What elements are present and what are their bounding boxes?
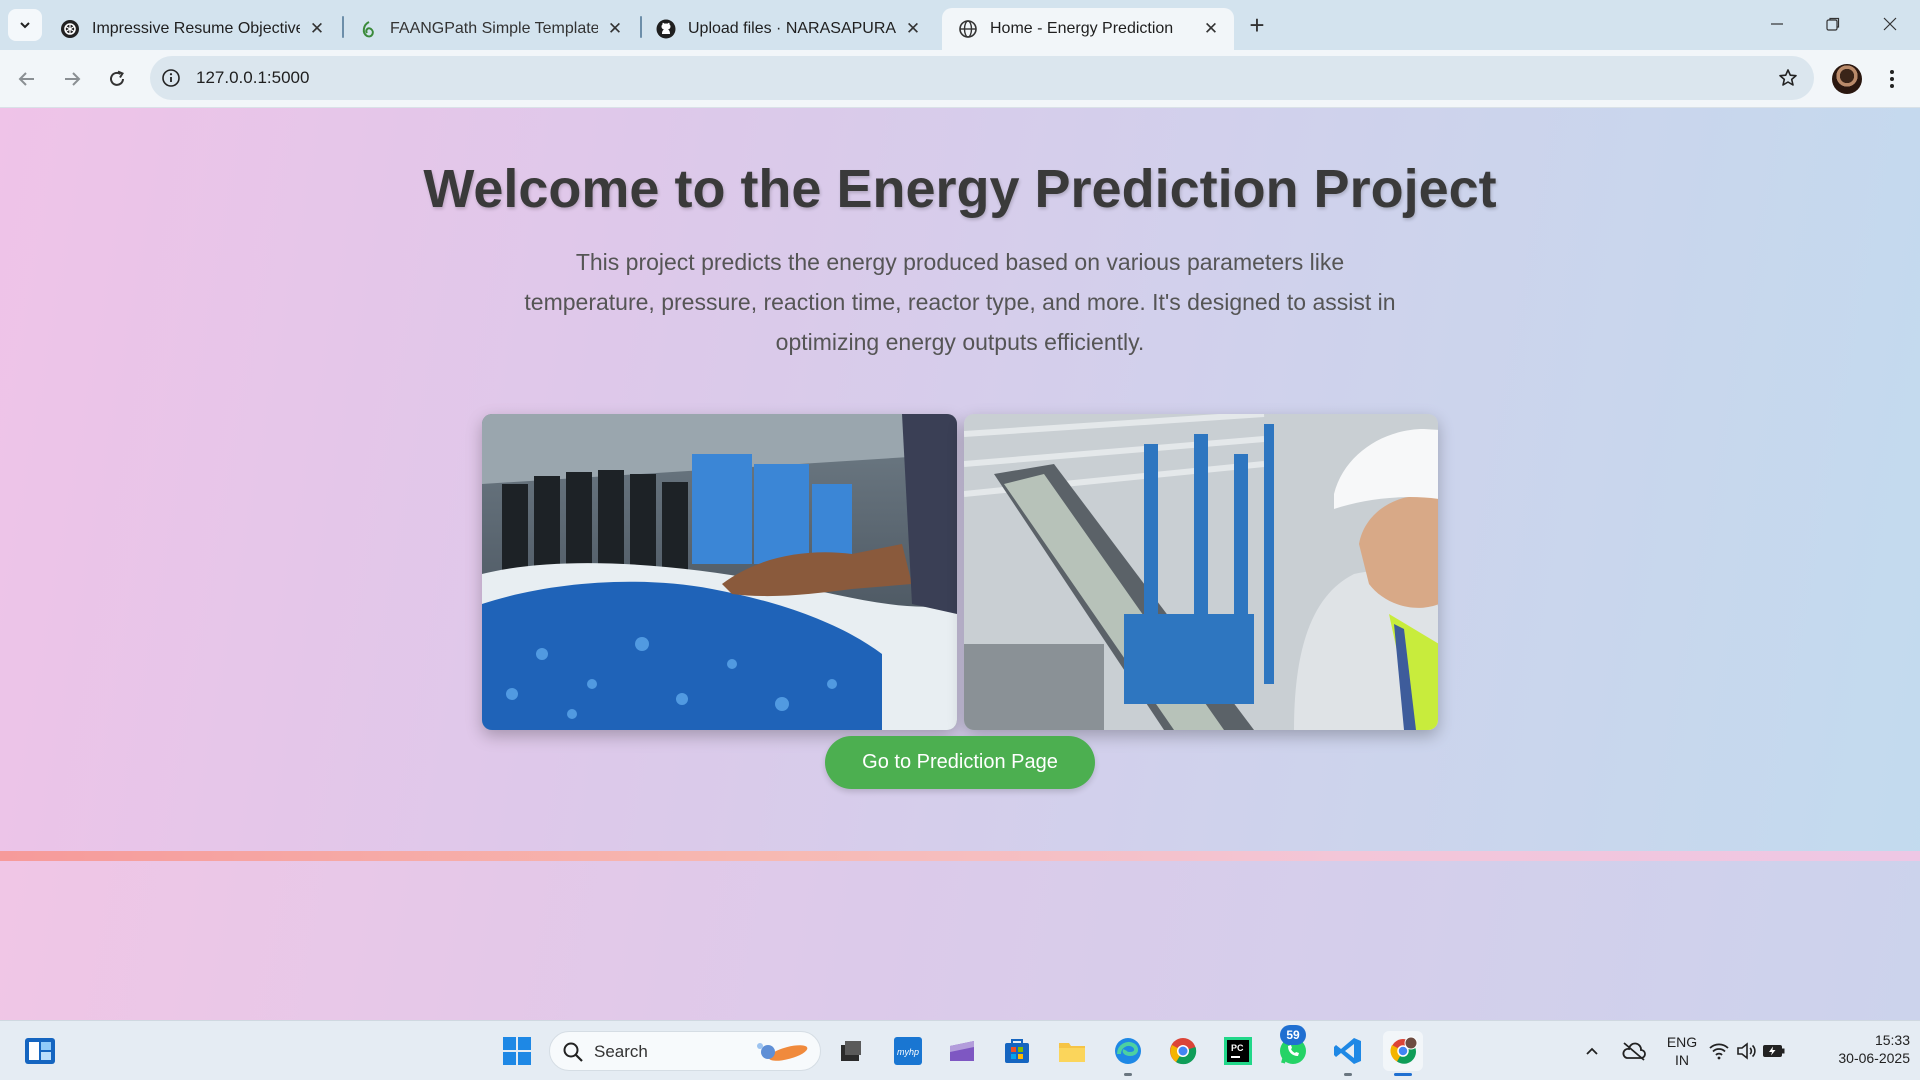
close-icon[interactable]: ✕ (604, 18, 626, 40)
clock-time: 15:33 (1874, 1032, 1910, 1048)
task-view-icon (841, 1041, 861, 1061)
show-hidden-icons-button[interactable] (1572, 1031, 1612, 1071)
folder-icon (1059, 1043, 1085, 1062)
volume-icon (1737, 1042, 1756, 1060)
close-icon[interactable]: ✕ (1200, 18, 1222, 40)
myhp-app[interactable]: myhp (888, 1031, 928, 1071)
globe-icon (958, 19, 978, 39)
image-gallery (482, 414, 1438, 730)
tab-title: Impressive Resume Objectives (92, 20, 300, 37)
page-title: Welcome to the Energy Prediction Project (423, 159, 1497, 219)
running-indicator (1344, 1073, 1352, 1076)
reload-icon (110, 70, 124, 86)
tab-strip: Impressive Resume Objectives ✕ FAANGPath… (0, 0, 1920, 50)
site-info-icon[interactable] (160, 67, 182, 89)
browser-menu-button[interactable] (1878, 64, 1906, 94)
reload-button[interactable] (100, 62, 134, 96)
clock-date: 30-06-2025 (1838, 1050, 1910, 1066)
tab-title: FAANGPath Simple Template (2 (390, 20, 598, 37)
chevron-up-icon (1586, 1047, 1598, 1055)
arrow-left-icon (18, 72, 34, 86)
clipchamp-icon (950, 1041, 974, 1061)
footer-divider (0, 851, 1920, 861)
myhp-icon: myhp (894, 1037, 922, 1065)
task-view-button[interactable] (831, 1031, 871, 1071)
openai-icon (60, 19, 80, 39)
battery-charging-icon (1763, 1045, 1785, 1057)
tab-resume-objectives[interactable]: Impressive Resume Objectives ✕ (44, 8, 340, 50)
search-icon (563, 1042, 583, 1062)
minimize-button[interactable] (1749, 6, 1805, 42)
notification-badge: 59 (1280, 1025, 1306, 1045)
profile-avatar[interactable] (1832, 64, 1862, 94)
overleaf-icon (358, 19, 378, 39)
minimize-icon (1771, 23, 1783, 25)
url-text[interactable]: 127.0.0.1:5000 (196, 68, 309, 88)
github-icon (656, 19, 676, 39)
back-button[interactable] (10, 62, 44, 96)
widgets-button[interactable] (20, 1031, 60, 1071)
running-indicator (1124, 1073, 1132, 1076)
wifi-icon (1709, 1043, 1729, 1060)
close-icon (1883, 17, 1897, 31)
microsoft-store-app[interactable] (997, 1031, 1037, 1071)
vscode-icon (1334, 1038, 1361, 1064)
project-description: This project predicts the energy produce… (524, 249, 1396, 355)
chrome-profile-icon (1390, 1036, 1418, 1064)
more-vertical-icon (1890, 70, 1894, 88)
windows-logo-icon (503, 1037, 531, 1065)
active-indicator (1394, 1073, 1412, 1076)
svg-text:myhp: myhp (897, 1047, 919, 1057)
tab-title: Upload files · NARASAPURAPU (688, 20, 896, 37)
restore-icon (1826, 17, 1840, 31)
chrome-profile-app[interactable] (1383, 1031, 1423, 1071)
clock[interactable]: 15:33 30-06-2025 (1810, 1031, 1910, 1067)
taskbar-search[interactable]: Search (549, 1031, 821, 1071)
page-viewport: Welcome to the Energy Prediction Project… (0, 108, 1920, 1020)
arrow-right-icon (65, 72, 81, 86)
region-code: IN (1675, 1052, 1689, 1068)
language-indicator[interactable]: ENG IN (1660, 1033, 1704, 1069)
file-explorer-app[interactable] (1052, 1031, 1092, 1071)
recycling-plant-worker-photo (963, 414, 1438, 730)
restore-button[interactable] (1805, 6, 1861, 42)
svg-text:PC: PC (1231, 1043, 1244, 1053)
windows-taskbar: Search myhp PC 59 ENG IN 15:33 30-06-202… (0, 1020, 1920, 1080)
tab-title: Home - Energy Prediction (990, 20, 1174, 37)
quick-settings-button[interactable] (1707, 1031, 1787, 1071)
close-icon[interactable]: ✕ (306, 18, 328, 40)
store-icon (1005, 1039, 1029, 1063)
chrome-icon (1170, 1038, 1197, 1065)
close-window-button[interactable] (1862, 6, 1918, 42)
cloud-offline-icon (1622, 1042, 1646, 1061)
tab-search-button[interactable] (8, 9, 42, 41)
onedrive-status[interactable] (1614, 1031, 1654, 1071)
pycharm-app[interactable]: PC (1218, 1031, 1258, 1071)
tab-github-upload[interactable]: Upload files · NARASAPURAPU ✕ (640, 8, 936, 50)
tab-home-energy-prediction[interactable]: Home - Energy Prediction ✕ (942, 8, 1234, 50)
chrome-app[interactable] (1163, 1031, 1203, 1071)
chevron-down-icon (20, 22, 30, 29)
new-tab-plus-icon[interactable]: + (1244, 12, 1270, 38)
browser-toolbar: 127.0.0.1:5000 (0, 50, 1920, 108)
close-icon[interactable]: ✕ (902, 18, 924, 40)
plastic-recycling-photo (482, 414, 957, 730)
address-bar[interactable]: 127.0.0.1:5000 (150, 56, 1814, 100)
start-button[interactable] (497, 1031, 537, 1071)
vscode-app[interactable] (1328, 1031, 1368, 1071)
search-highlight-icon (757, 1043, 808, 1061)
tab-faangpath-template[interactable]: FAANGPath Simple Template (2 ✕ (342, 8, 638, 50)
page-footer (0, 861, 1920, 1020)
edge-app[interactable] (1108, 1031, 1148, 1071)
forward-button[interactable] (55, 62, 89, 96)
pycharm-icon: PC (1224, 1037, 1252, 1065)
search-label: Search (594, 1042, 648, 1061)
edge-icon (1115, 1038, 1141, 1064)
widgets-icon (25, 1038, 55, 1064)
bookmark-star-icon[interactable] (1776, 66, 1800, 90)
clipchamp-app[interactable] (942, 1031, 982, 1071)
language-code: ENG (1666, 1034, 1698, 1050)
go-to-prediction-button[interactable]: Go to Prediction Page (825, 736, 1095, 789)
